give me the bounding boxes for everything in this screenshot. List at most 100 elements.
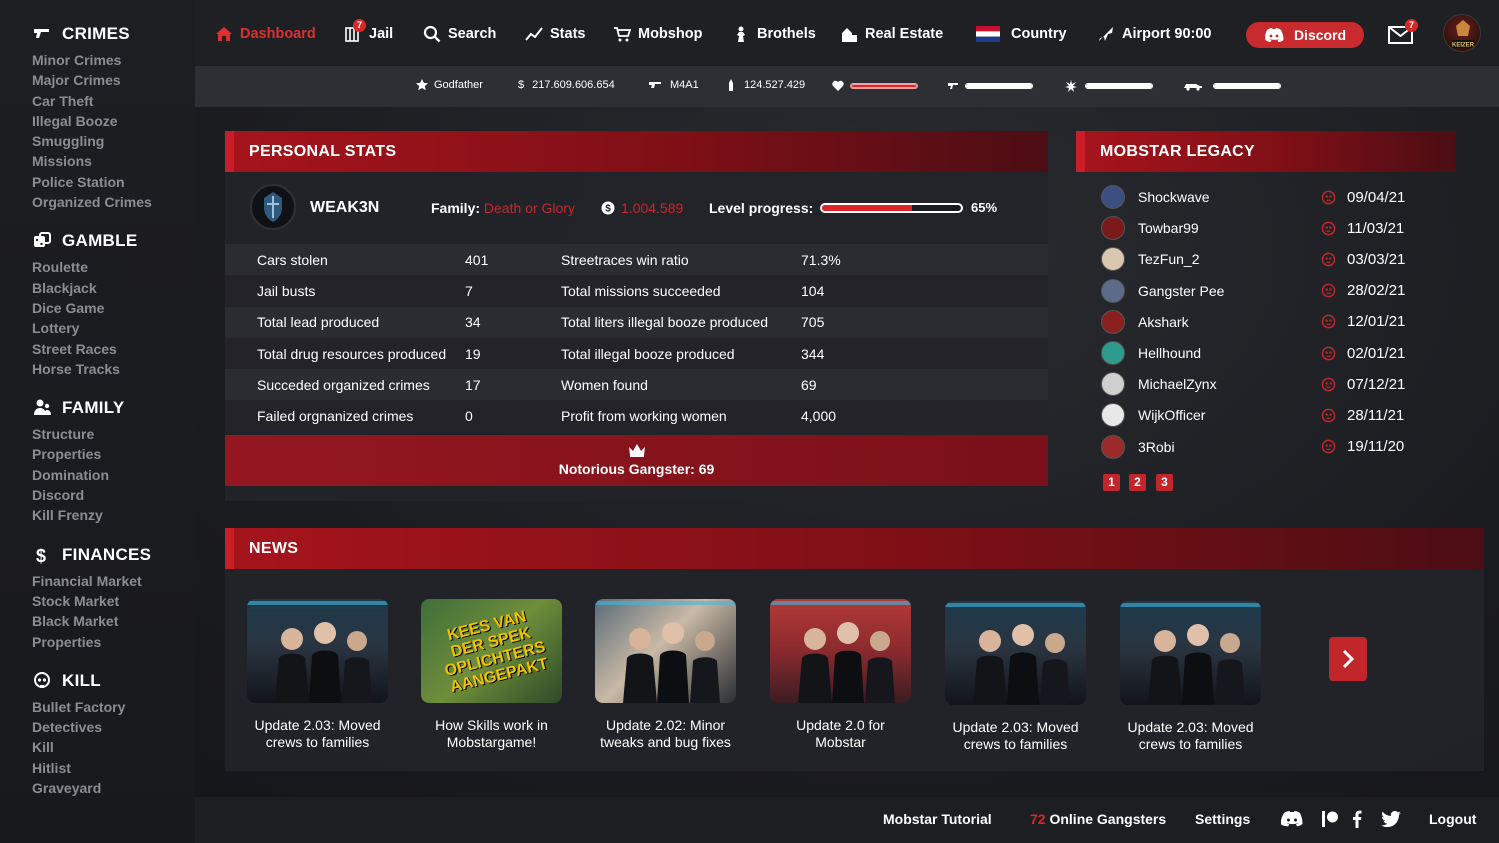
twitter-icon[interactable] (1381, 810, 1401, 828)
sidebar-item-stock-market[interactable]: Stock Market (32, 591, 195, 611)
nav-search[interactable]: Search (423, 22, 496, 46)
sidebar-item-domination[interactable]: Domination (32, 465, 195, 485)
stat-label: Failed orgnanized crimes (257, 408, 414, 425)
sidebar-item-dice-game[interactable]: Dice Game (32, 298, 195, 318)
coin-icon: $ (601, 201, 615, 215)
sidebar-item-car-theft[interactable]: Car Theft (32, 91, 195, 111)
player-avatar[interactable] (250, 184, 296, 230)
footer-settings-link[interactable]: Settings (1195, 811, 1250, 827)
player-username[interactable]: WEAK3N (310, 199, 379, 217)
legacy-row[interactable]: 3Robi 19/11/20 (1101, 433, 1431, 461)
news-title[interactable]: Update 2.02: Minor tweaks and bug fixes (595, 717, 736, 751)
nav-search-label: Search (448, 26, 497, 42)
sidebar-item-smuggling[interactable]: Smuggling (32, 131, 195, 151)
legacy-row[interactable]: Akshark 12/01/21 (1101, 308, 1431, 336)
legacy-row[interactable]: Shockwave 09/04/21 (1101, 183, 1431, 211)
nav-stats[interactable]: Stats (525, 22, 585, 46)
legacy-date: 28/11/21 (1347, 406, 1405, 424)
family-icon (34, 399, 51, 416)
footer-logout-link[interactable]: Logout (1429, 811, 1476, 827)
legacy-page-1[interactable]: 1 (1103, 474, 1120, 491)
news-card[interactable]: Update 2.02: Minor tweaks and bug fixes (595, 599, 736, 751)
sidebar-item-kill[interactable]: Kill (32, 737, 195, 757)
sidebar-item-detectives[interactable]: Detectives (32, 717, 195, 737)
health-bar-fill (851, 84, 917, 88)
nav-country[interactable]: Country (976, 22, 1067, 46)
news-title[interactable]: How Skills work in Mobstargame! (421, 717, 562, 751)
sidebar-item-lottery[interactable]: Lottery (32, 318, 195, 338)
sidebar-heading-gamble[interactable]: GAMBLE (32, 229, 195, 253)
nav-brothels[interactable]: Brothels (732, 22, 816, 46)
footer-tutorial-link[interactable]: Mobstar Tutorial (883, 811, 992, 827)
legacy-page-3[interactable]: 3 (1156, 474, 1173, 491)
sidebar-item-missions[interactable]: Missions (32, 151, 195, 171)
player-family: Family: Death or Glory (431, 200, 575, 216)
sidebar-item-roulette[interactable]: Roulette (32, 257, 195, 277)
legacy-row[interactable]: TezFun_2 03/03/21 (1101, 245, 1431, 273)
online-label: Online Gangsters (1045, 811, 1167, 827)
facebook-icon[interactable] (1351, 810, 1363, 828)
legacy-row[interactable]: MichaelZynx 07/12/21 (1101, 370, 1431, 398)
news-card[interactable]: Update 2.03: Moved crews to families (945, 601, 1086, 753)
sidebar-heading-family[interactable]: FAMILY (32, 396, 195, 420)
sidebar-item-major-crimes[interactable]: Major Crimes (32, 70, 195, 90)
nav-airport[interactable]: Airport 90:00 (1097, 22, 1211, 46)
legacy-date: 19/11/20 (1347, 438, 1405, 456)
sidebar-item-graveyard[interactable]: Graveyard (32, 778, 195, 798)
discord-button[interactable]: Discord (1246, 22, 1364, 48)
sidebar-item-police-station[interactable]: Police Station (32, 172, 195, 192)
news-card[interactable]: Update 2.0 for Mobstar (770, 599, 911, 751)
sidebar-heading-finances[interactable]: $ FINANCES (32, 543, 195, 567)
news-next-button[interactable] (1329, 637, 1367, 681)
user-avatar[interactable]: KEIZER (1443, 14, 1481, 52)
nav-jail[interactable]: Jail 7 (344, 19, 393, 46)
legacy-row[interactable]: Towbar99 11/03/21 (1101, 214, 1431, 242)
stat-value: 4,000 (801, 408, 837, 425)
sidebar-heading-crimes[interactable]: CRIMES (32, 22, 195, 46)
sidebar-item-black-market[interactable]: Black Market (32, 611, 195, 631)
sidebar-item-hitlist[interactable]: Hitlist (32, 758, 195, 778)
sidebar-item-financial-market[interactable]: Financial Market (32, 571, 195, 591)
sidebar-item-organized-crimes[interactable]: Organized Crimes (32, 192, 195, 212)
legacy-page-2[interactable]: 2 (1129, 474, 1146, 491)
news-card[interactable]: Update 2.03: Moved crews to families (247, 599, 388, 751)
nav-brothels-label: Brothels (757, 26, 816, 42)
sidebar-item-bullet-factory[interactable]: Bullet Factory (32, 697, 195, 717)
news-title[interactable]: Update 2.03: Moved crews to families (247, 717, 388, 751)
sidebar-item-illegal-booze[interactable]: Illegal Booze (32, 111, 195, 131)
sidebar-item-structure[interactable]: Structure (32, 424, 195, 444)
sidebar-item-blackjack[interactable]: Blackjack (32, 278, 195, 298)
patreon-icon[interactable] (1321, 810, 1339, 828)
news-title[interactable]: Update 2.0 for Mobstar (770, 717, 911, 751)
nav-mobshop[interactable]: Mobshop (613, 22, 702, 46)
stats-row: Failed orgnanized crimes 0 Profit from wor… (225, 400, 1048, 432)
stat-value: 69 (801, 376, 817, 393)
sidebar-item-properties-finance[interactable]: Properties (32, 632, 195, 652)
news-title[interactable]: Update 2.03: Moved crews to families (1120, 719, 1261, 753)
sidebar-item-horse-tracks[interactable]: Horse Tracks (32, 359, 195, 379)
nav-dashboard[interactable]: Dashboard (215, 22, 316, 46)
sidebar-item-street-races[interactable]: Street Races (32, 339, 195, 359)
news-photo (945, 603, 1086, 705)
nav-real-estate[interactable]: Real Estate (840, 22, 943, 46)
legacy-player-name: Akshark (1138, 313, 1189, 330)
news-card[interactable]: Update 2.03: Moved crews to families (1120, 601, 1261, 753)
sidebar-item-minor-crimes[interactable]: Minor Crimes (32, 50, 195, 70)
footer-online-gangsters[interactable]: 72 Online Gangsters (1030, 811, 1166, 827)
sidebar-heading-kill[interactable]: KILL (32, 669, 195, 693)
level-progress-percent: 65% (971, 200, 998, 215)
sidebar-item-properties[interactable]: Properties (32, 444, 195, 464)
discord-icon[interactable] (1281, 810, 1303, 828)
health-bar (850, 83, 918, 89)
news-card[interactable]: KEES VAN DER SPEK OPLICHTERS AANGEPAKT Ho… (421, 599, 562, 751)
mail-button[interactable]: 7 (1388, 19, 1418, 44)
legacy-row[interactable]: Hellhound 02/01/21 (1101, 339, 1431, 367)
legacy-row[interactable]: Gangster Pee 28/02/21 (1101, 277, 1431, 305)
news-title[interactable]: Update 2.03: Moved crews to families (945, 719, 1086, 753)
sidebar-item-kill-frenzy[interactable]: Kill Frenzy (32, 505, 195, 525)
sidebar-item-discord[interactable]: Discord (32, 485, 195, 505)
avatar-emblem-icon: KEIZER (1452, 20, 1475, 49)
gun-icon (948, 83, 958, 89)
legacy-row[interactable]: WijkOfficer 28/11/21 (1101, 401, 1431, 429)
family-link[interactable]: Death or Glory (484, 200, 575, 216)
